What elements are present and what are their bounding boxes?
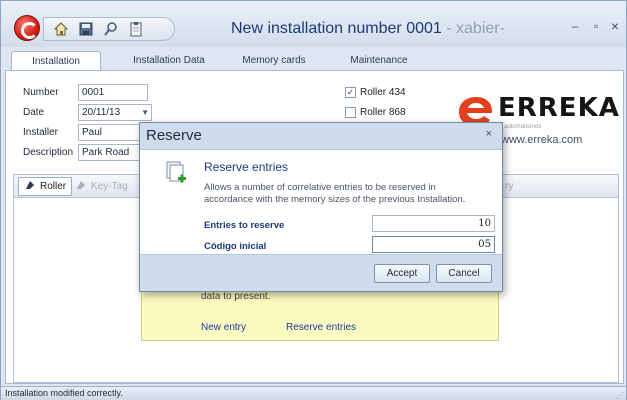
search-icon[interactable] <box>100 19 122 39</box>
initial-code-label: Código inicial <box>204 241 267 252</box>
reserve-dialog: Reserve × Reserve entries Allows a numbe… <box>139 122 503 292</box>
chevron-down-icon[interactable]: ▼ <box>141 105 149 120</box>
tab-installation-data[interactable]: Installation Data <box>127 51 211 71</box>
roller-434-label: Roller 434 <box>360 87 406 98</box>
home-icon[interactable] <box>50 19 72 39</box>
ribbon-tabs: Installation Installation Data Memory ca… <box>1 51 626 71</box>
window-title-suffix: - xabier- <box>441 20 505 37</box>
new-entry-link[interactable]: New entry <box>201 322 246 333</box>
keytag-button-label: Key-Tag <box>91 181 128 192</box>
reserve-entries-icon <box>166 161 186 183</box>
roller-434-checkbox[interactable]: ✓ <box>345 87 356 98</box>
cancel-button[interactable]: Cancel <box>436 264 492 283</box>
roller-button-label: Roller <box>40 181 67 192</box>
dialog-body: Reserve entries Allows a number of corre… <box>140 149 502 255</box>
entries-to-reserve-label: Entries to reserve <box>204 220 285 231</box>
roller-868-label: Roller 868 <box>360 107 406 118</box>
installer-label: Installer <box>23 127 59 138</box>
reserve-entries-link[interactable]: Reserve entries <box>286 322 356 333</box>
tab-installation[interactable]: Installation <box>11 51 101 71</box>
number-field[interactable]: 0001 <box>78 84 148 101</box>
installer-field[interactable]: Paul <box>78 124 140 141</box>
roller-868-option[interactable]: Roller 868 <box>345 107 406 118</box>
date-field[interactable]: 20/11/13 ▼ <box>78 104 152 121</box>
keytag-icon <box>75 179 87 194</box>
keytag-button[interactable]: Key-Tag <box>70 177 133 196</box>
dialog-heading: Reserve entries <box>204 160 289 174</box>
window-title: New installation number 0001 - xabier- <box>231 20 505 38</box>
tab-memory-cards[interactable]: Memory cards <box>236 51 312 71</box>
status-message: Installation modified correctly. <box>5 388 123 398</box>
brand-name: ERREKA <box>498 93 620 123</box>
app-menu-logo-icon[interactable] <box>14 15 40 41</box>
main-window: New installation number 0001 - xabier- –… <box>0 0 627 400</box>
roller-868-checkbox[interactable] <box>345 107 356 118</box>
roller-icon <box>24 179 36 194</box>
quick-access-toolbar <box>43 17 175 41</box>
title-bar: New installation number 0001 - xabier- –… <box>1 1 626 47</box>
tab-maintenance[interactable]: Maintenance <box>346 51 412 71</box>
roller-button[interactable]: Roller <box>18 177 73 196</box>
number-label: Number <box>23 87 59 98</box>
roller-434-option[interactable]: ✓ Roller 434 <box>345 87 406 98</box>
dialog-description: Allows a number of correlative entries t… <box>204 182 466 205</box>
date-label: Date <box>23 107 45 118</box>
brand-tagline: automatismos <box>504 124 542 130</box>
initial-code-input[interactable]: 05 <box>372 236 495 253</box>
maximize-button[interactable]: ▫ <box>587 17 605 35</box>
description-label: Description <box>23 147 74 158</box>
dialog-title: Reserve <box>146 127 202 144</box>
hint-text: data to present. <box>201 291 271 302</box>
resize-grip-icon[interactable]: ⋰ <box>616 389 624 400</box>
description-field[interactable]: Park Road <box>78 144 140 161</box>
minimize-button[interactable]: – <box>566 17 584 35</box>
brand-website: www.erreka.com <box>501 134 583 146</box>
date-value: 20/11/13 <box>82 107 121 118</box>
close-button[interactable]: × <box>606 17 624 35</box>
accept-button[interactable]: Accept <box>374 264 430 283</box>
window-title-text: New installation number 0001 <box>231 20 442 37</box>
clipboard-icon[interactable] <box>125 19 147 39</box>
save-icon[interactable] <box>75 19 97 39</box>
dialog-close-button[interactable]: × <box>486 128 492 140</box>
entries-to-reserve-input[interactable]: 10 <box>372 215 495 232</box>
status-bar: Installation modified correctly. ⋰ <box>1 386 626 400</box>
